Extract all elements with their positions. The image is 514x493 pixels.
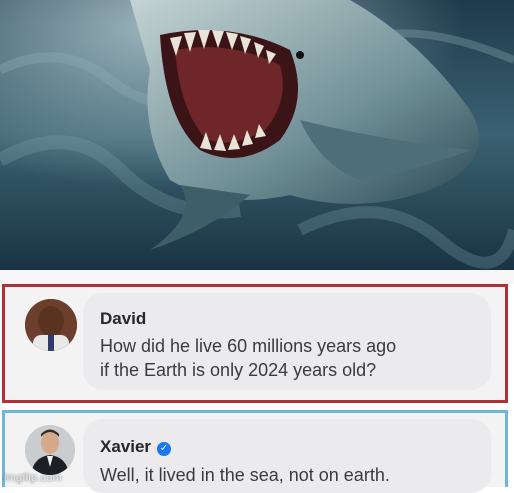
comment-bubble: David How did he live 60 millions years … xyxy=(83,293,491,390)
comment-author-row: Xavier ✓ xyxy=(100,437,172,457)
avatar[interactable] xyxy=(25,425,75,475)
comment-bubble: Xavier ✓ Well, it lived in the sea, not o… xyxy=(83,419,491,493)
separator xyxy=(0,270,514,284)
comment-card-xavier: Xavier ✓ Well, it lived in the sea, not o… xyxy=(2,410,508,493)
watermark: imgflip.com xyxy=(4,472,62,484)
comment-author[interactable]: David xyxy=(100,309,146,329)
verified-check-icon: ✓ xyxy=(157,442,172,456)
comment-line: Well, it lived in the sea, not on earth. xyxy=(100,465,390,485)
comment-card-david: David How did he live 60 millions years … xyxy=(2,284,508,403)
shark-photo xyxy=(0,0,514,270)
comment-text: How did he live 60 millions years ago if… xyxy=(100,334,481,382)
comment-line: How did he live 60 millions years ago xyxy=(100,336,397,356)
comment-line: if the Earth is only 2024 years old? xyxy=(100,360,377,380)
avatar[interactable] xyxy=(25,299,77,351)
comment-author[interactable]: Xavier xyxy=(100,437,151,456)
comment-text: Well, it lived in the sea, not on earth. xyxy=(100,463,481,487)
